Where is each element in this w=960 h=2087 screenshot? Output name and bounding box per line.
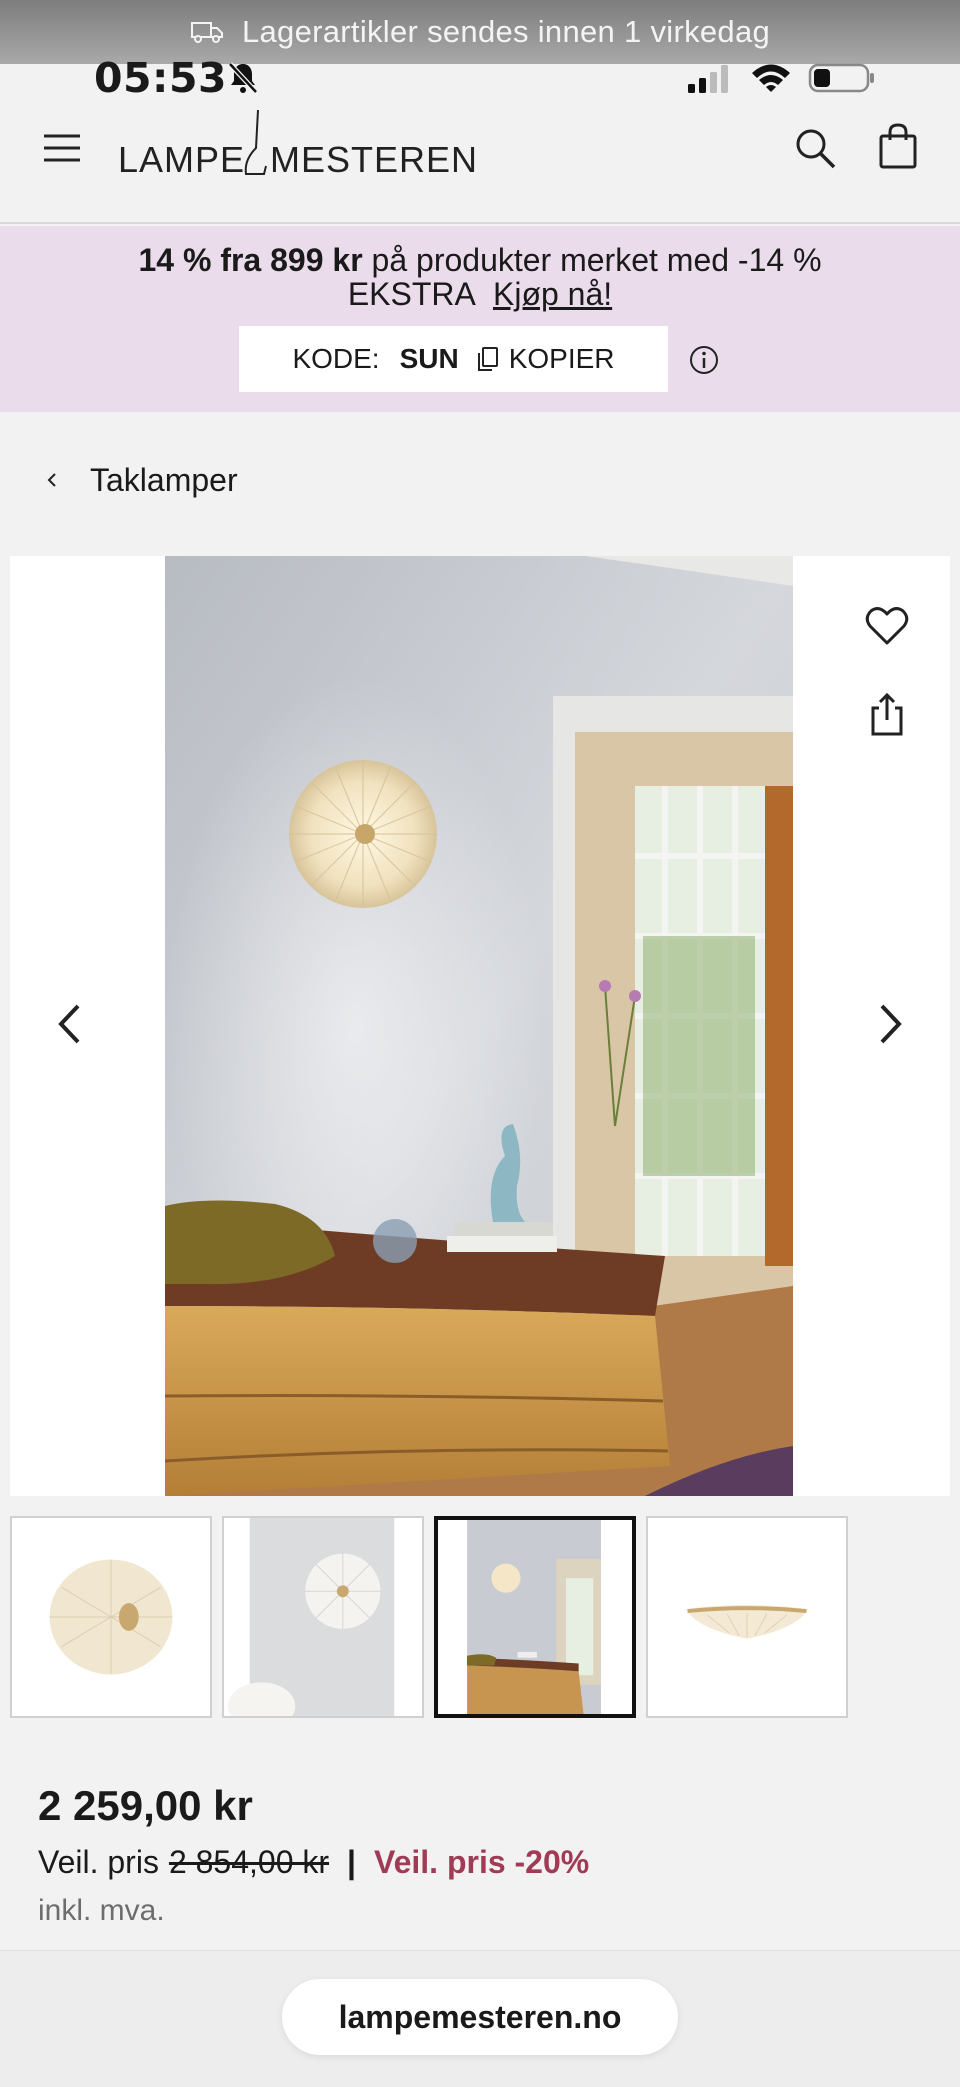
promo-line-1: 14 % fra 899 kr på produkter merket med … <box>0 242 960 278</box>
search-icon[interactable] <box>793 126 837 170</box>
thumbnail-3[interactable] <box>434 1516 636 1718</box>
svg-text:MESTEREN: MESTEREN <box>270 139 478 180</box>
next-image-arrow-icon[interactable] <box>878 1002 904 1046</box>
previous-image-arrow-icon[interactable] <box>56 1002 82 1046</box>
buy-now-link[interactable]: Kjøp nå! <box>493 276 612 312</box>
status-bar: 05:53 <box>0 50 960 106</box>
promo-extra: EKSTRA <box>347 276 475 312</box>
price-separator: | <box>347 1844 356 1880</box>
bell-muted-icon <box>228 62 258 94</box>
status-time: 05:53 <box>94 54 228 102</box>
shipping-banner-text: Lagerartikler sendes innen 1 virkedag <box>241 14 771 49</box>
original-price-row: Veil. pris 2 854,00 kr | Veil. pris -20% <box>38 1844 589 1881</box>
product-main-image[interactable] <box>165 556 793 1496</box>
vat-note: inkl. mva. <box>38 1894 165 1927</box>
info-icon[interactable] <box>688 344 720 376</box>
address-bar[interactable]: lampemesteren.no <box>282 1979 678 2055</box>
shopping-bag-icon[interactable] <box>877 122 919 170</box>
chevron-left-icon <box>47 473 56 487</box>
thumbnail-4[interactable] <box>646 1516 848 1718</box>
copy-icon <box>477 347 498 371</box>
logo-lamp-mark: LAMPE MESTEREN <box>118 109 478 180</box>
promo-text: på produkter merket med -14 % <box>362 242 822 278</box>
thumbnail-2[interactable] <box>222 1516 424 1718</box>
battery-icon <box>808 63 874 93</box>
browser-bottom-bar: lampemesteren.no <box>0 1950 960 2087</box>
promo-code-box[interactable]: KODE: SUN KOPIER <box>239 326 668 392</box>
site-header: LAMPE MESTEREN <box>0 106 960 224</box>
breadcrumb-label[interactable]: Taklamper <box>90 462 238 499</box>
code-label: KODE: <box>292 343 380 374</box>
copy-code-button[interactable]: KOPIER <box>509 343 615 375</box>
promo-banner: 14 % fra 899 kr på produkter merket med … <box>0 226 960 412</box>
code-value: SUN <box>399 343 459 374</box>
share-icon[interactable] <box>870 692 904 736</box>
wifi-icon <box>752 64 790 92</box>
product-gallery <box>10 556 950 1496</box>
wishlist-heart-icon[interactable] <box>865 606 909 646</box>
thumbnail-1[interactable] <box>10 1516 212 1718</box>
cellular-signal-icon <box>688 65 728 93</box>
product-price: 2 259,00 kr <box>38 1782 253 1829</box>
original-price: 2 854,00 kr <box>168 1844 330 1880</box>
original-price-label: Veil. pris <box>38 1844 159 1880</box>
truck-icon <box>190 22 223 43</box>
site-logo[interactable]: LAMPE MESTEREN <box>118 108 478 188</box>
breadcrumb[interactable]: Taklamper <box>44 460 238 500</box>
discount-label: Veil. pris -20% <box>374 1844 590 1880</box>
svg-text:LAMPE: LAMPE <box>118 139 245 180</box>
hamburger-menu-icon[interactable] <box>42 130 82 166</box>
promo-highlight: 14 % fra 899 kr <box>138 242 363 278</box>
thumbnail-strip <box>10 1516 950 1718</box>
promo-line-2: EKSTRA Kjøp nå! <box>0 276 960 312</box>
